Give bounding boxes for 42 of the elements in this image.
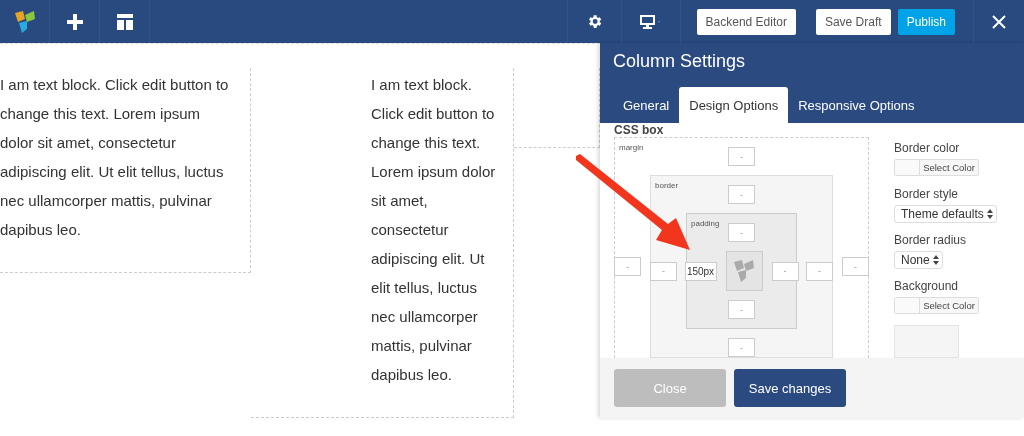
field-label: Border radius xyxy=(894,232,968,247)
select-value: None xyxy=(901,252,930,267)
input-field[interactable]: - xyxy=(842,257,869,276)
input-field[interactable]: - xyxy=(728,300,755,319)
input-field[interactable]: - xyxy=(806,261,833,281)
tab[interactable]: General xyxy=(613,87,680,123)
input-field[interactable]: - xyxy=(728,223,755,242)
monitor-icon[interactable] xyxy=(639,14,662,29)
section-label: CSS box xyxy=(614,123,665,137)
color-picker[interactable]: Select Color xyxy=(894,159,979,176)
input-field[interactable]: 150px xyxy=(684,261,717,281)
input-field[interactable]: - xyxy=(650,261,677,281)
color-picker[interactable]: Select Color xyxy=(894,296,979,314)
box-label: padding xyxy=(691,219,720,229)
sort-arrows-icon xyxy=(986,208,993,219)
add-icon[interactable] xyxy=(66,13,83,30)
panel-title: Column Settings xyxy=(612,51,747,72)
sort-arrows-icon xyxy=(932,254,939,265)
field-label: Border style xyxy=(894,186,960,201)
input-field[interactable]: - xyxy=(728,147,755,166)
select-value: Theme defaults xyxy=(901,206,984,221)
toolbar-button[interactable]: Save Draft xyxy=(815,8,891,35)
text-block[interactable]: I am text block. Click edit button to change this text. Lorem ipsum dolor sit amet, consectetur adipiscing elit. Ut elit tellus, luctus nec ullamcorper mattis, pulvinar dapibus leo. xyxy=(0,68,251,273)
select-field[interactable]: Theme defaults xyxy=(894,204,997,223)
input-field[interactable]: - xyxy=(614,257,641,276)
input-field[interactable]: - xyxy=(728,338,755,357)
tab[interactable]: Design Options xyxy=(679,87,789,123)
field-label: Border color xyxy=(894,141,961,155)
field-label: Background xyxy=(894,278,960,293)
toolbar-button[interactable]: Backend Editor xyxy=(696,8,796,35)
close-icon[interactable] xyxy=(992,14,1006,29)
input-field[interactable]: - xyxy=(728,185,755,204)
logo-placeholder xyxy=(725,251,763,291)
input-field[interactable]: - xyxy=(771,261,799,281)
tab[interactable]: Responsive Options xyxy=(788,87,925,123)
box-label: margin xyxy=(619,143,644,153)
save-button[interactable]: Save changes xyxy=(734,369,846,407)
logo-icon[interactable] xyxy=(12,8,37,35)
text-block[interactable]: I am text block. Click edit button to change this text. Lorem ipsum dolor sit amet, consectetur adipiscing elit. Ut elit tellus, luctus nec ullamcorper mattis, pulvinar dapibus leo. xyxy=(251,68,514,418)
box-label: border xyxy=(655,181,679,191)
select-field[interactable]: None xyxy=(894,250,943,269)
layout-icon[interactable] xyxy=(116,13,133,30)
